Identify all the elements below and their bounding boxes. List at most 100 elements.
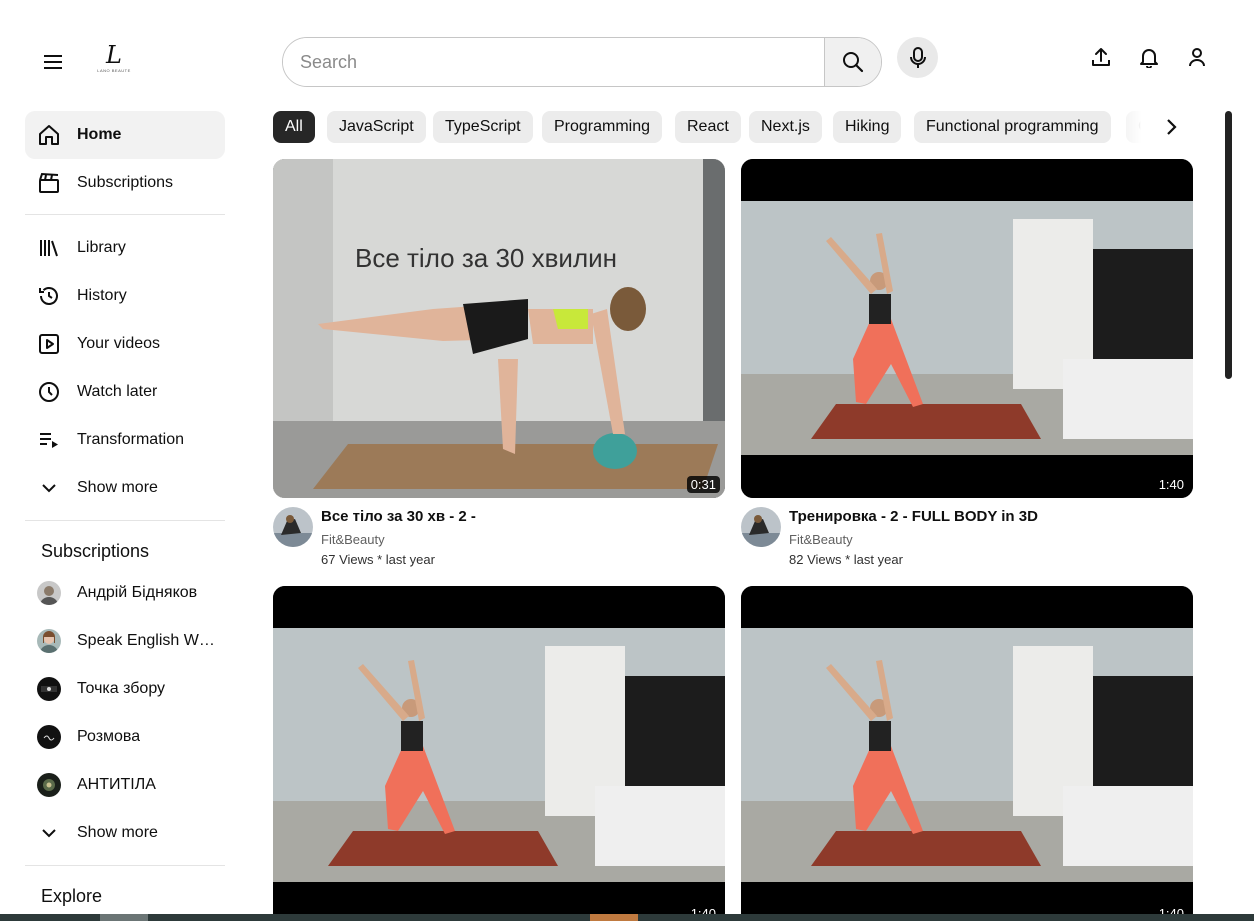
sidebar-item-label: Андрій Бідняков [77,584,198,601]
menu-button[interactable] [37,46,69,78]
home-icon [39,125,59,145]
sidebar-item-label: Show more [77,479,158,496]
thumbnail-image [273,586,725,921]
sidebar-item-label: Library [77,239,126,256]
taskbar-segment [100,914,148,921]
sidebar-item-transformation[interactable]: Transformation [25,416,225,464]
explore-heading: Explore [41,886,103,906]
chevron-right-icon [1167,119,1177,135]
video-thumbnail[interactable]: 1:40 [273,586,725,921]
chevron-down-icon [42,484,56,493]
video-thumbnail[interactable]: 1:40 [741,586,1193,921]
your-videos-icon [39,334,59,354]
avatar [37,629,61,653]
subscriptions-icon [39,172,59,193]
chips-fade [1113,111,1153,143]
chip-hiking[interactable]: Hiking [833,111,902,143]
search-input[interactable] [283,38,824,86]
thumbnail-caption: Все тіло за 30 хвилин [355,243,617,273]
chip-all[interactable]: All [273,111,315,143]
sidebar-item-label: Subscriptions [77,174,174,191]
library-icon [40,240,58,257]
logo[interactable]: L LANO BEAUTE [96,42,132,82]
taskbar-strip [0,914,1254,921]
video-card[interactable]: Все тіло за 30 хвилин 0:31 Все тіло за 3… [273,159,725,579]
avatar [37,773,61,797]
avatar [37,581,61,605]
notifications-button[interactable] [1135,43,1163,71]
hamburger-icon [44,55,62,69]
sidebar-item-label: Show more [77,824,158,841]
chips-next-button[interactable] [1155,111,1187,143]
chip-typescript[interactable]: TypeScript [433,111,533,143]
video-duration: 1:40 [1154,476,1188,493]
video-card[interactable]: 1:40 [741,586,1193,921]
playlist-icon [40,433,58,448]
sidebar-item-label: Home [77,126,122,143]
channel-name[interactable]: Fit&Beauty [789,532,853,547]
avatar [37,677,61,701]
video-title[interactable]: Все тіло за 30 хв - 2 - [321,508,476,525]
chevron-down-icon [42,829,56,838]
sidebar-subscription-item[interactable]: Розмова [25,713,225,761]
voice-search-button[interactable] [897,37,938,78]
video-thumbnail[interactable]: Все тіло за 30 хвилин 0:31 [273,159,725,498]
sidebar-item-your-videos[interactable]: Your videos [25,320,225,368]
microphone-icon [909,46,926,68]
video-thumbnail[interactable]: 1:40 [741,159,1193,498]
search-button[interactable] [824,38,881,86]
sidebar-item-label: Your videos [77,335,161,352]
sidebar-item-label: АНТИТІЛА [77,776,156,793]
sidebar-item-label: Точка збору [77,680,166,697]
sidebar-item-label: History [77,287,127,304]
chip-functional-programming[interactable]: Functional programming [914,111,1111,143]
history-icon [39,287,58,305]
bell-icon [1140,49,1158,68]
sidebar-subscription-item[interactable]: Speak English With Vanessa [25,617,225,665]
sidebar-item-library[interactable]: Library [25,224,225,272]
sidebar-show-more[interactable]: Show more [25,464,225,512]
search-bar [282,37,882,87]
avatar [37,725,61,749]
sidebar-item-label: Speak English With Vanessa [77,632,217,649]
thumbnail-image [741,586,1193,921]
video-card[interactable]: 1:40 Тренировка - 2 - FULL BODY in 3D Fi… [741,159,1193,579]
sidebar: Home Subscriptions Library History Your … [0,110,250,921]
sidebar-item-label: Watch later [77,383,158,400]
sidebar-subscriptions-show-more[interactable]: Show more [25,809,225,857]
chip-nextjs[interactable]: Next.js [749,111,822,143]
video-title[interactable]: Тренировка - 2 - FULL BODY in 3D [789,508,1038,525]
chip-react[interactable]: React [675,111,741,143]
sidebar-item-home[interactable]: Home [25,111,225,159]
video-duration: 0:31 [686,476,720,493]
page-scrollbar[interactable] [1225,111,1232,379]
upload-icon [1092,48,1110,66]
sidebar-subscription-item[interactable]: Андрій Бідняков [25,569,225,617]
logo-brand: LANO BEAUTE [97,68,131,73]
sidebar-divider [25,214,225,215]
sidebar-subscription-item[interactable]: Точка збору [25,665,225,713]
sidebar-divider [25,520,225,521]
chip-programming[interactable]: Programming [542,111,663,143]
thumbnail-overlay: Все тіло за 30 хвилин [355,243,617,273]
sidebar-item-subscriptions[interactable]: Subscriptions [25,159,225,207]
logo-mark: L [106,41,122,69]
sidebar-divider [25,865,225,866]
sidebar-item-watch-later[interactable]: Watch later [25,368,225,416]
channel-avatar[interactable] [741,507,781,547]
sidebar-item-label: Transformation [77,431,184,448]
channel-name[interactable]: Fit&Beauty [321,532,385,547]
channel-avatar[interactable] [273,507,313,547]
chip-javascript[interactable]: JavaScript [327,111,426,143]
thumbnail-image [741,159,1193,498]
account-button[interactable] [1183,43,1211,71]
sidebar-item-history[interactable]: History [25,272,225,320]
upload-button[interactable] [1087,43,1115,71]
video-stats: 67 Views * last year [321,552,435,567]
sidebar-subscription-item[interactable]: АНТИТІЛА [25,761,225,809]
subscriptions-heading: Subscriptions [41,541,150,561]
video-card[interactable]: 1:40 [273,586,725,921]
taskbar-segment [590,914,638,921]
video-meta: Все тіло за 30 хв - 2 - Fit&Beauty 67 Vi… [273,507,725,577]
top-bar: L LANO BEAUTE [0,0,1254,112]
